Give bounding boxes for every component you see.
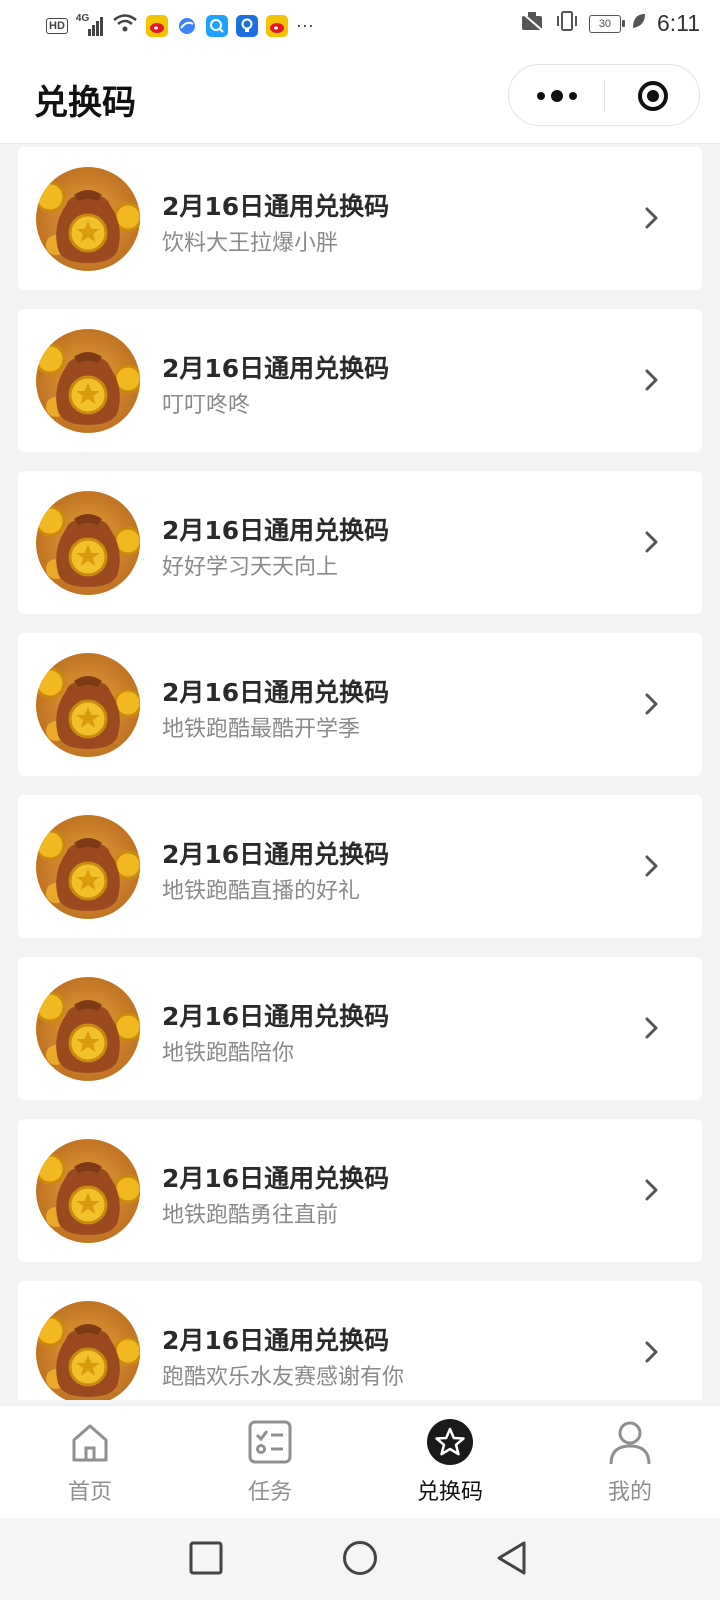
leaf-icon xyxy=(631,12,647,35)
chevron-right-icon xyxy=(645,693,658,715)
hd-badge: HD xyxy=(46,17,68,34)
item-subtitle: 地铁跑酷陪你 xyxy=(162,1041,295,1066)
user-icon xyxy=(609,1421,651,1465)
tab-tasks[interactable]: 任务 xyxy=(180,1406,360,1519)
item-subtitle: 叮叮咚咚 xyxy=(162,393,251,418)
item-subtitle: 地铁跑酷最酷开学季 xyxy=(162,717,361,742)
weibo-icon-2 xyxy=(265,14,288,37)
lucky-bag-thumbnail xyxy=(36,815,140,919)
item-title: 2月16日通用兑换码 xyxy=(162,678,390,707)
home-icon xyxy=(72,1424,108,1462)
chevron-right-icon xyxy=(645,855,658,877)
back-triangle-icon[interactable] xyxy=(494,1540,530,1576)
item-title: 2月16日通用兑换码 xyxy=(162,1326,390,1355)
clock: 6:11 xyxy=(656,10,700,36)
chevron-right-icon xyxy=(645,1179,658,1201)
browser-icon xyxy=(175,14,198,37)
redeem-code-list: 2月16日通用兑换码 饮料大王拉爆小胖 2月16日通用兑换码 叮叮咚咚 2月16… xyxy=(18,147,702,1400)
item-title: 2月16日通用兑换码 xyxy=(162,516,390,545)
status-right-icons: 30 6:11 xyxy=(519,10,700,37)
wifi-icon xyxy=(112,12,138,39)
tab-home[interactable]: 首页 xyxy=(0,1406,180,1519)
list-item[interactable]: 2月16日通用兑换码 跑酷欢乐水友赛感谢有你 xyxy=(18,1281,702,1400)
lucky-bag-thumbnail xyxy=(36,977,140,1081)
mini-program-capsule xyxy=(508,64,700,126)
task-list-icon xyxy=(248,1420,292,1464)
item-subtitle: 跑酷欢乐水友赛感谢有你 xyxy=(162,1365,405,1390)
bulb-app-icon xyxy=(235,14,258,37)
chevron-right-icon xyxy=(645,207,658,229)
lucky-bag-thumbnail xyxy=(36,1139,140,1243)
more-button[interactable] xyxy=(509,65,604,127)
lucky-bag-thumbnail xyxy=(36,167,140,271)
vibrate-icon xyxy=(555,10,579,37)
lucky-bag-thumbnail xyxy=(36,653,140,757)
search-app-icon xyxy=(205,14,228,37)
list-item[interactable]: 2月16日通用兑换码 好好学习天天向上 xyxy=(18,471,702,614)
item-subtitle: 好好学习天天向上 xyxy=(162,555,339,580)
item-title: 2月16日通用兑换码 xyxy=(162,354,390,383)
target-icon xyxy=(637,81,668,111)
tab-label-tasks: 任务 xyxy=(247,1480,292,1505)
chevron-right-icon xyxy=(645,1017,658,1039)
bottom-tab-bar: 首页 任务 兑换码 我的 xyxy=(0,1405,720,1519)
signal-icon: 4G xyxy=(75,12,104,37)
nav-header: 兑换码 xyxy=(0,50,720,144)
silent-icon xyxy=(519,10,545,37)
lucky-bag-thumbnail xyxy=(36,491,140,595)
list-item[interactable]: 2月16日通用兑换码 地铁跑酷勇往直前 xyxy=(18,1119,702,1262)
more-dots-icon xyxy=(536,92,545,100)
circle-icon[interactable] xyxy=(342,1540,378,1576)
more-notifications: ··· xyxy=(295,15,314,35)
item-subtitle: 地铁跑酷直播的好礼 xyxy=(162,879,361,904)
more-dots-icon-center xyxy=(550,90,563,102)
page-title: 兑换码 xyxy=(34,83,136,123)
battery-icon: 30 xyxy=(588,14,625,33)
list-item[interactable]: 2月16日通用兑换码 叮叮咚咚 xyxy=(18,309,702,452)
item-subtitle: 饮料大王拉爆小胖 xyxy=(162,231,339,256)
list-item[interactable]: 2月16日通用兑换码 饮料大王拉爆小胖 xyxy=(18,147,702,290)
tab-profile[interactable]: 我的 xyxy=(540,1406,720,1519)
item-title: 2月16日通用兑换码 xyxy=(162,840,390,869)
chevron-right-icon xyxy=(645,369,658,391)
tab-label-profile: 我的 xyxy=(607,1480,652,1505)
status-bar: HD 4G ··· 30 6:11 xyxy=(0,0,720,50)
system-navigation-bar xyxy=(0,1518,720,1600)
status-left-icons: HD 4G ··· xyxy=(46,12,314,39)
item-title: 2月16日通用兑换码 xyxy=(162,1164,390,1193)
item-subtitle: 地铁跑酷勇往直前 xyxy=(162,1203,339,1228)
list-item[interactable]: 2月16日通用兑换码 地铁跑酷直播的好礼 xyxy=(18,795,702,938)
chevron-right-icon xyxy=(645,1341,658,1363)
lucky-bag-thumbnail xyxy=(36,1301,140,1400)
item-title: 2月16日通用兑换码 xyxy=(162,192,390,221)
close-button[interactable] xyxy=(605,65,700,127)
lucky-bag-thumbnail xyxy=(36,329,140,433)
tab-label-home: 首页 xyxy=(67,1480,112,1505)
list-item[interactable]: 2月16日通用兑换码 地铁跑酷最酷开学季 xyxy=(18,633,702,776)
item-title: 2月16日通用兑换码 xyxy=(162,1002,390,1031)
chevron-right-icon xyxy=(645,531,658,553)
tab-redeem-code[interactable]: 兑换码 xyxy=(360,1406,540,1519)
weibo-icon xyxy=(145,14,168,37)
star-icon xyxy=(427,1419,473,1465)
list-item[interactable]: 2月16日通用兑换码 地铁跑酷陪你 xyxy=(18,957,702,1100)
network-type: 4G xyxy=(75,12,90,24)
square-icon[interactable] xyxy=(188,1540,224,1576)
tab-label-redeem-code: 兑换码 xyxy=(416,1480,483,1505)
more-dots-icon-right xyxy=(568,92,577,100)
